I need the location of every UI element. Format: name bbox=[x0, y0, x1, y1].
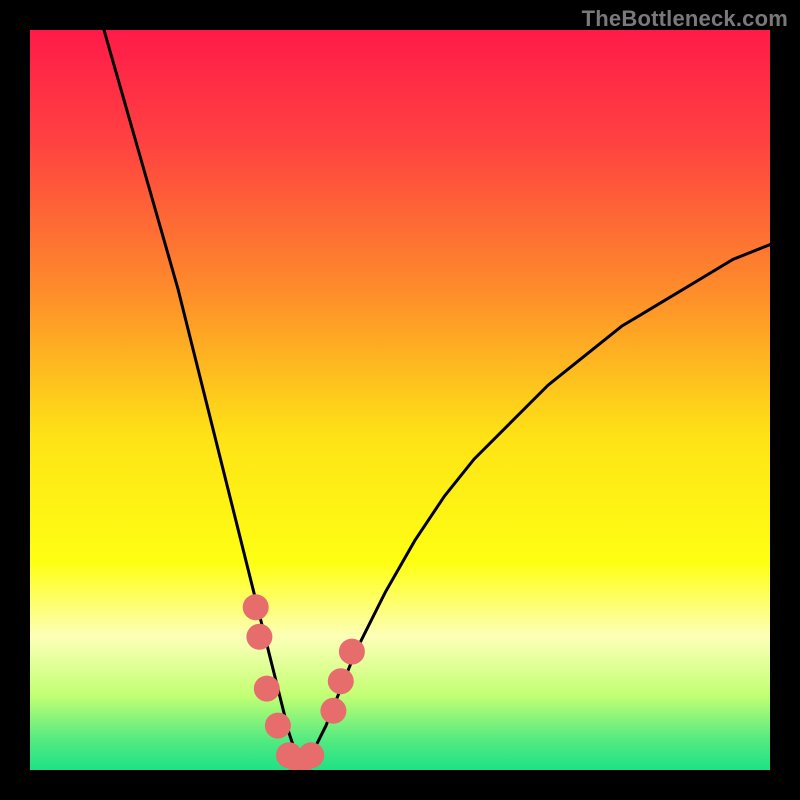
marker-point bbox=[339, 639, 365, 665]
marker-point bbox=[246, 624, 272, 650]
marker-point bbox=[298, 742, 324, 768]
gradient-background bbox=[30, 30, 770, 770]
watermark-text: TheBottleneck.com bbox=[582, 6, 788, 32]
marker-point bbox=[265, 713, 291, 739]
bottleneck-chart bbox=[30, 30, 770, 770]
chart-frame bbox=[30, 30, 770, 770]
marker-point bbox=[320, 698, 346, 724]
marker-point bbox=[328, 668, 354, 694]
marker-point bbox=[254, 676, 280, 702]
marker-point bbox=[243, 594, 269, 620]
